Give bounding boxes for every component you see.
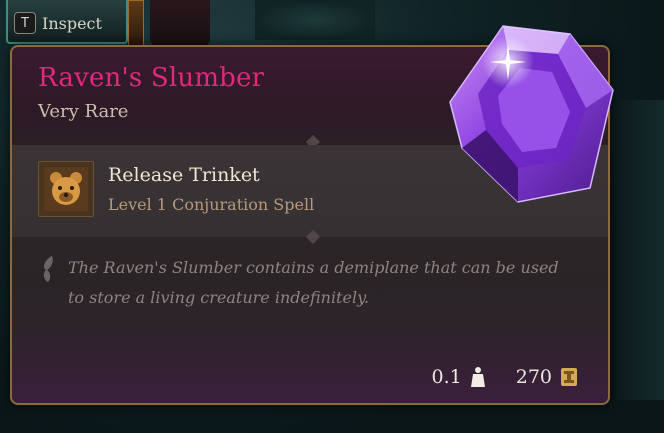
gold-coin-icon: [561, 368, 577, 386]
gold-value: 270: [515, 366, 552, 388]
spell-name: Release Trinket: [108, 164, 260, 186]
spell-type: Level 1 Conjuration Spell: [108, 195, 315, 214]
item-name: Raven's Slumber: [38, 63, 265, 93]
hotbar-slot[interactable]: [128, 0, 144, 46]
bear-head-icon: [38, 161, 94, 217]
background-decor: [150, 0, 210, 48]
weight-icon: [470, 367, 485, 387]
purple-gem-icon: [449, 25, 614, 203]
item-stats: 0.1 270: [432, 363, 578, 391]
background-decor: [255, 0, 375, 40]
inspect-hint[interactable]: T Inspect: [14, 10, 102, 36]
background-decor: [615, 100, 664, 400]
item-rarity: Very Rare: [38, 101, 129, 122]
item-description: The Raven's Slumber contains a demiplane…: [68, 258, 559, 307]
inspect-key-badge: T: [14, 12, 36, 34]
weight-value: 0.1: [431, 366, 462, 388]
description-section: The Raven's Slumber contains a demiplane…: [12, 237, 608, 343]
inspect-label: Inspect: [42, 13, 102, 33]
quill-icon: [43, 256, 53, 282]
